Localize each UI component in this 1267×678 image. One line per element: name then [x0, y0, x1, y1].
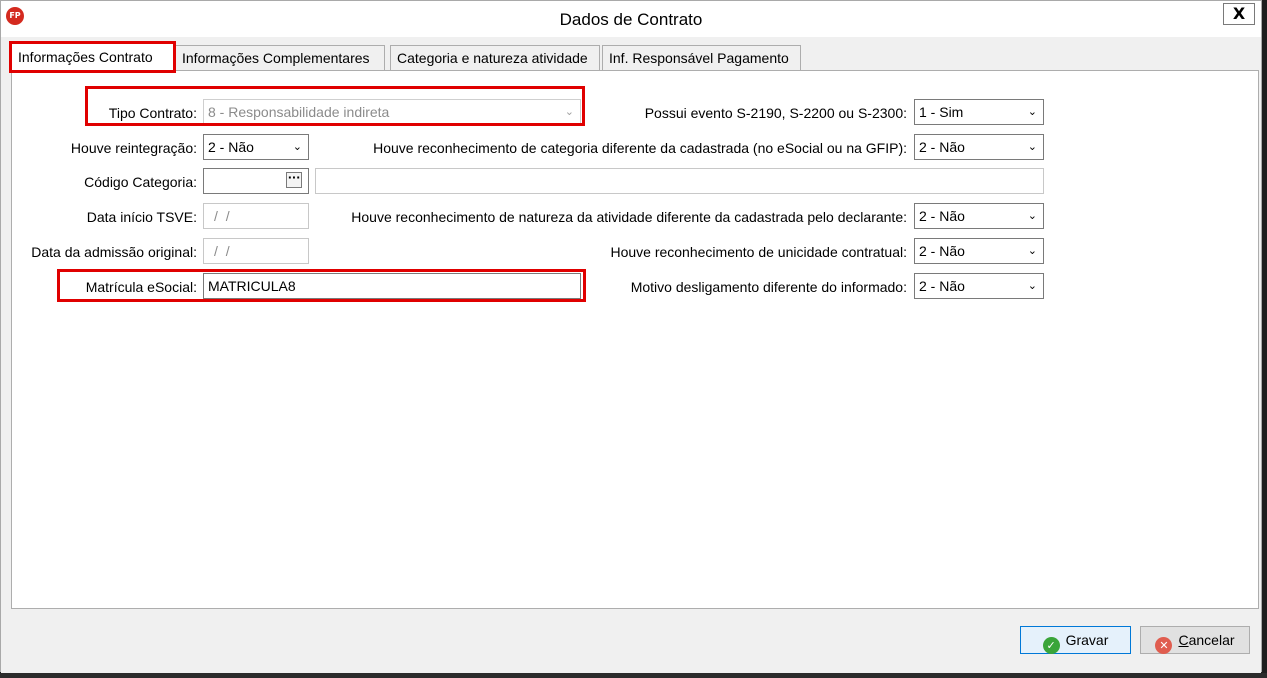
chevron-down-icon: ⌄: [1027, 105, 1037, 118]
codigo-categoria-label: Código Categoria:: [84, 174, 197, 190]
title-bar: FP Dados de Contrato X: [1, 1, 1261, 37]
gravar-label: Gravar: [1065, 632, 1109, 648]
possui-evento-select[interactable]: 1 - Sim ⌄: [914, 99, 1044, 125]
reconhecimento-categoria-select[interactable]: 2 - Não ⌄: [914, 134, 1044, 160]
chevron-down-icon: ⌄: [1027, 209, 1037, 222]
lookup-ellipsis-button[interactable]: ···: [286, 172, 302, 188]
check-circle-icon: ✓: [1042, 637, 1060, 654]
tab-informacoes-contrato[interactable]: Informações Contrato: [9, 41, 176, 73]
data-inicio-tsve-input[interactable]: / /: [203, 203, 309, 229]
codigo-categoria-description: [315, 168, 1044, 194]
data-admissao-label: Data da admissão original:: [31, 244, 197, 260]
reconhecimento-unicidade-label: Houve reconhecimento de unicidade contra…: [610, 244, 907, 260]
motivo-desligamento-value: 2 - Não: [919, 278, 965, 294]
taskbar-edge: [0, 673, 1267, 678]
tipo-contrato-label: Tipo Contrato:: [108, 105, 197, 121]
reconhecimento-natureza-value: 2 - Não: [919, 208, 965, 224]
chevron-down-icon: ⌄: [1027, 279, 1037, 292]
window-title: Dados de Contrato: [559, 10, 703, 29]
reconhecimento-unicidade-select[interactable]: 2 - Não ⌄: [914, 238, 1044, 264]
possui-evento-value: 1 - Sim: [919, 104, 964, 120]
reconhecimento-unicidade-value: 2 - Não: [919, 243, 965, 259]
reconhecimento-categoria-label: Houve reconhecimento de categoria difere…: [373, 140, 907, 156]
houve-reintegracao-value: 2 - Não: [208, 139, 254, 155]
cancel-circle-icon: ✕: [1155, 637, 1173, 654]
close-button[interactable]: X: [1223, 3, 1255, 25]
tab-categoria-natureza[interactable]: Categoria e natureza atividade: [390, 45, 600, 71]
matricula-label: Matrícula eSocial:: [85, 279, 197, 295]
chevron-down-icon: ⌄: [1027, 140, 1037, 153]
reconhecimento-categoria-value: 2 - Não: [919, 139, 965, 155]
houve-reintegracao-select[interactable]: 2 - Não ⌄: [203, 134, 309, 160]
chevron-down-icon: ⌄: [1027, 244, 1037, 257]
tipo-contrato-select[interactable]: 8 - Responsabilidade indireta ⌄: [203, 99, 581, 125]
reconhecimento-natureza-select[interactable]: 2 - Não ⌄: [914, 203, 1044, 229]
possui-evento-label: Possui evento S-2190, S-2200 ou S-2300:: [644, 105, 907, 121]
data-admissao-input[interactable]: / /: [203, 238, 309, 264]
motivo-desligamento-select[interactable]: 2 - Não ⌄: [914, 273, 1044, 299]
tipo-contrato-value: 8 - Responsabilidade indireta: [208, 104, 390, 120]
gravar-button[interactable]: ✓ Gravar: [1020, 626, 1131, 654]
motivo-desligamento-label: Motivo desligamento diferente do informa…: [630, 279, 907, 295]
chevron-down-icon: ⌄: [292, 140, 302, 153]
dialog-window: FP Dados de Contrato X Informações Contr…: [0, 0, 1262, 673]
cancelar-accelerator: C: [1178, 632, 1189, 648]
tab-informacoes-complementares[interactable]: Informações Complementares: [175, 45, 385, 71]
dialog-footer: ✓ Gravar ✕ Cancelar: [1, 609, 1261, 673]
houve-reintegracao-label: Houve reintegração:: [70, 140, 197, 156]
reconhecimento-natureza-label: Houve reconhecimento de natureza da ativ…: [351, 209, 907, 225]
cancelar-button[interactable]: ✕ Cancelar: [1140, 626, 1250, 654]
matricula-input[interactable]: MATRICULA8: [203, 273, 581, 299]
tab-inf-responsavel-pagamento[interactable]: Inf. Responsável Pagamento: [602, 45, 801, 71]
cancelar-label: ancelar: [1188, 632, 1235, 648]
data-inicio-tsve-label: Data início TSVE:: [86, 209, 197, 225]
